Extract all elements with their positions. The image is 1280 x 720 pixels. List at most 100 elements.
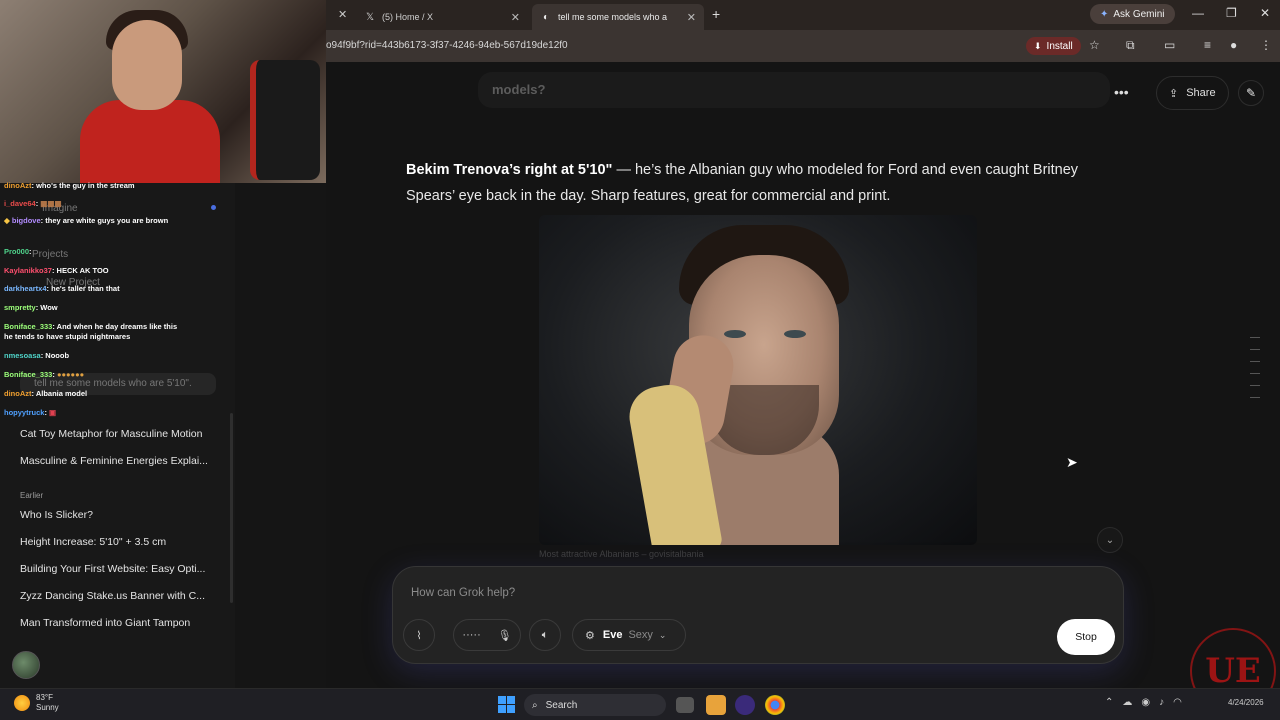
close-tab-icon[interactable]: ✕ <box>503 11 520 24</box>
install-button[interactable]: ⬇ Install <box>1026 37 1081 55</box>
answer-highlight: Bekim Trenova’s right at 5'10" <box>406 162 613 178</box>
grok-icon: ◐ <box>542 11 550 23</box>
media-control-icon[interactable]: ≡ <box>1204 38 1211 52</box>
composer: How can Grok help? ⌇ ····· 🎙︎ 🔈︎ ⚙ Eve S… <box>392 566 1124 664</box>
close-tab-icon[interactable]: ✕ <box>679 11 696 24</box>
image-caption[interactable]: Most attractive Albanians – govisitalban… <box>539 549 704 559</box>
sidebar-item-tampon[interactable]: Man Transformed into Giant Tampon <box>20 617 190 629</box>
microphone-icon: 🎙︎ <box>497 629 512 642</box>
persona-mode: Sexy <box>628 629 653 641</box>
chevron-down-icon: ⌄ <box>658 629 667 640</box>
badge-icon: ◆ <box>4 216 10 225</box>
browser-menu-icon[interactable]: ⋮ <box>1260 38 1272 52</box>
sidebar-item-zyzz[interactable]: Zyzz Dancing Stake.us Banner with C... <box>20 590 205 602</box>
composer-input[interactable]: How can Grok help? <box>411 587 515 599</box>
emote-icons: ▦▦▦ <box>40 199 62 208</box>
side-panel-icon[interactable]: ▭ <box>1164 38 1175 52</box>
section-label-earlier: Earlier <box>20 491 44 500</box>
notification-dot <box>211 205 216 210</box>
app-icon[interactable] <box>735 695 755 715</box>
windows-start-icon[interactable] <box>498 696 515 713</box>
chat-message: i_dave64: ▦▦▦ <box>4 199 62 208</box>
system-tray-icons[interactable]: ⌃☁◉♪◠ <box>1105 697 1191 708</box>
chat-message: dinoAzt: who's the guy in the stream <box>4 181 135 190</box>
sidebar: Imagine Projects New Project tell me som… <box>0 181 235 688</box>
close-window-icon[interactable]: ✕ <box>1260 6 1270 20</box>
voice-controls[interactable]: ····· 🎙︎ <box>453 619 521 651</box>
weather-condition: Sunny <box>36 703 59 712</box>
chat-message: darkheartx4: he's taller than that <box>4 284 120 293</box>
sidebar-item-website[interactable]: Building Your First Website: Easy Opti..… <box>20 563 205 575</box>
chat-message: ◆ bigdove: they are white guys you are b… <box>4 216 169 225</box>
message-scrubber[interactable] <box>1250 337 1260 417</box>
chat-message: Kaylanikko37: HECK AK TOO <box>4 266 109 275</box>
close-tab-icon[interactable]: ✕ <box>338 8 347 21</box>
chrome-icon[interactable] <box>765 695 785 715</box>
tab-x-home[interactable]: 𝕏 (5) Home / X ✕ <box>356 4 528 30</box>
new-chat-icon[interactable]: ✎ <box>1238 80 1264 106</box>
chat-message: hopyytruck: ▣ <box>4 408 57 417</box>
chat-message: Boniface_333: ●●●●●● <box>4 370 85 379</box>
search-icon: ⌕ <box>532 699 538 711</box>
sidebar-item-height[interactable]: Height Increase: 5'10" + 3.5 cm <box>20 536 166 548</box>
share-button[interactable]: ⇪ Share <box>1156 76 1229 110</box>
sidebar-scrollbar[interactable] <box>230 413 233 603</box>
attach-button[interactable]: ⌇ <box>403 619 435 651</box>
chat-message: Boniface_333: And when he day dreams lik… <box>4 322 178 341</box>
share-icon: ⇪ <box>1169 87 1179 100</box>
speaker-button[interactable]: 🔈︎ <box>529 619 561 651</box>
assistant-answer: Bekim Trenova’s right at 5'10" — he’s th… <box>406 157 1116 209</box>
gaming-chair <box>250 60 320 180</box>
paperclip-icon: ⌇ <box>416 629 422 642</box>
chat-main: models? ••• ⇪ Share ✎ Bekim Trenova’s ri… <box>326 62 1280 688</box>
task-view-icon[interactable] <box>676 697 694 713</box>
photo-eye <box>784 330 806 338</box>
browser-tab-bar: ✕ 𝕏 (5) Home / X ✕ ◐ tell me some models… <box>326 0 1280 30</box>
persona-select[interactable]: ⚙ Eve Sexy ⌄ <box>572 619 686 651</box>
avatar[interactable] <box>12 651 40 679</box>
x-logo-icon: 𝕏 <box>365 11 375 23</box>
sidebar-item-energies[interactable]: Masculine & Feminine Energies Explai... <box>20 455 208 467</box>
previous-user-message: models? <box>478 72 1110 108</box>
webcam-overlay <box>0 0 326 183</box>
model-photo[interactable] <box>539 215 977 545</box>
address-bar: o94f9bf?rid=443b6173-3f37-4246-94eb-567d… <box>326 30 1280 62</box>
file-explorer-icon[interactable] <box>706 695 726 715</box>
extensions-icon[interactable]: ⧉ <box>1126 38 1135 53</box>
sun-icon <box>14 695 30 711</box>
tab-grok[interactable]: ◐ tell me some models who a ✕ <box>532 4 704 30</box>
speaker-icon: 🔈︎ <box>541 628 549 641</box>
weather-widget[interactable]: 83°F Sunny <box>14 693 59 713</box>
install-icon: ⬇ <box>1034 40 1042 51</box>
emote-icons: ●●●●●● <box>56 370 85 379</box>
minimize-icon[interactable]: — <box>1192 6 1204 20</box>
taskbar: 83°F Sunny ⌕ Search ⌃☁◉♪◠ 4/24/2026 <box>0 688 1280 720</box>
scroll-down-icon[interactable]: ⌄ <box>1097 527 1123 553</box>
emote-icons: ▣ <box>49 408 57 417</box>
chat-message: dinoAzt: Albania model <box>4 389 88 398</box>
gemini-sparkle-icon: ✦ <box>1100 8 1109 20</box>
more-options-icon[interactable]: ••• <box>1114 84 1129 100</box>
streamer-shirt <box>80 100 220 183</box>
stop-button[interactable]: Stop <box>1057 619 1115 655</box>
weather-temp: 83°F <box>36 693 53 702</box>
bookmark-star-icon[interactable]: ☆ <box>1089 38 1100 52</box>
new-tab-icon[interactable]: + <box>712 6 720 22</box>
sliders-icon: ⚙ <box>585 629 595 642</box>
mouse-cursor-icon: ➤ <box>1066 454 1078 470</box>
profile-icon[interactable]: ● <box>1230 38 1237 52</box>
clock-date[interactable]: 4/24/2026 <box>1228 698 1264 707</box>
persona-name: Eve <box>602 629 623 641</box>
taskbar-search[interactable]: ⌕ Search <box>524 694 666 716</box>
restore-icon[interactable]: ❐ <box>1226 6 1237 20</box>
ask-gemini-button[interactable]: ✦ Ask Gemini <box>1090 4 1175 24</box>
sidebar-item-cat-toy[interactable]: Cat Toy Metaphor for Masculine Motion <box>20 428 202 440</box>
chat-message: Pro000: <box>4 247 32 256</box>
chat-message: nmesoasa: Nooob <box>4 351 70 360</box>
waveform-icon: ····· <box>462 629 481 641</box>
url-text[interactable]: o94f9bf?rid=443b6173-3f37-4246-94eb-567d… <box>326 40 568 51</box>
photo-eye <box>724 330 746 338</box>
chat-message: smpretty: Wow <box>4 303 58 312</box>
streamer-face <box>112 20 182 110</box>
sidebar-item-slicker[interactable]: Who Is Slicker? <box>20 509 93 521</box>
